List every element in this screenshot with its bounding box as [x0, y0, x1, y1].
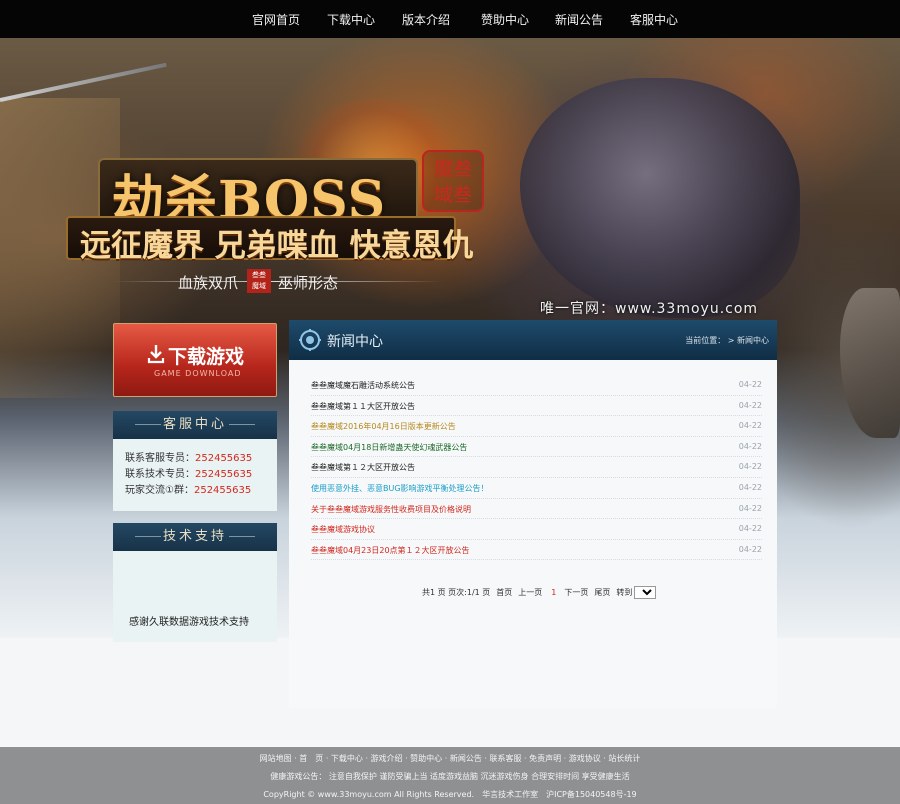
news-date: 04-22	[738, 400, 762, 410]
page-select[interactable]: 1	[634, 586, 657, 599]
news-link[interactable]: 叁叁魔域第１２大区开放公告	[311, 462, 415, 473]
news-row: 叁叁魔域游戏协议 04-22	[311, 519, 762, 540]
support-title: 技术支持	[113, 523, 277, 551]
hero-sword-art	[0, 62, 167, 102]
news-row: 叁叁魔域第１２大区开放公告 04-22	[311, 457, 762, 478]
service-line-group: 玩家交流①群：252455635	[125, 481, 251, 496]
pager-first[interactable]: 首页	[496, 587, 512, 598]
service-label: 联系客服专员：	[125, 453, 195, 464]
banner-subtitle: 远征魔界 兄弟喋血 快意恩仇	[80, 228, 474, 264]
news-row: 叁叁魔域魔石雕活动系统公告 04-22	[311, 375, 762, 396]
news-emblem-icon	[299, 329, 321, 351]
news-link[interactable]: 关于叁叁魔域游戏服务性收费项目及价格说明	[311, 504, 471, 515]
nav-download[interactable]: 下载中心	[327, 11, 375, 28]
seal-line-1: 魔叁	[433, 158, 472, 180]
nav-home[interactable]: 官网首页	[252, 11, 300, 28]
pager-summary: 共1 页 页次:1/1 页	[422, 588, 491, 597]
news-row: 叁叁魔域04月18日新增蛊天使幻魂武器公告 04-22	[311, 437, 762, 458]
news-date: 04-22	[738, 524, 762, 534]
footer-links[interactable]: 网站地图 · 首 页 · 下载中心 · 游戏介绍 · 赞助中心 · 新闻公告 ·…	[0, 753, 900, 764]
news-link[interactable]: 叁叁魔域魔石雕活动系统公告	[311, 380, 415, 391]
pagination: 共1 页 页次:1/1 页 首页 上一页 1 下一页 尾页 转到 1	[422, 586, 657, 599]
pager-last[interactable]: 尾页	[594, 587, 610, 598]
news-link[interactable]: 叁叁魔域04月18日新增蛊天使幻魂武器公告	[311, 442, 467, 453]
banner-seal: 魔叁 域叁	[422, 150, 484, 212]
service-number[interactable]: 252455635	[194, 485, 251, 496]
news-date: 04-22	[738, 380, 762, 389]
banner-tag-right: 巫师形态	[278, 274, 339, 292]
news-date: 04-22	[738, 482, 762, 492]
service-line-tech: 联系技术专员：252455635	[125, 465, 252, 480]
news-row: 叁叁魔域04月23日20点第１２大区开放公告 04-22	[311, 540, 762, 561]
news-date: 04-22	[738, 503, 762, 513]
news-link[interactable]: 叁叁魔域04月23日20点第１２大区开放公告	[311, 545, 470, 556]
news-link[interactable]: 叁叁魔域第１１大区开放公告	[311, 401, 415, 412]
banner-tag-mark: 叁叁 魔域	[247, 269, 271, 293]
service-box: 客服中心 联系客服专员：252455635 联系技术专员：252455635 玩…	[113, 411, 277, 511]
banner-divider	[112, 281, 442, 282]
footer-copyright: CopyRight © www.33moyu.com All Rights Re…	[263, 790, 637, 799]
service-number[interactable]: 252455635	[195, 469, 252, 480]
nav-sponsor[interactable]: 赞助中心	[481, 11, 529, 28]
footer-health-notice: 健康游戏公告： 注意自我保护 谨防受骗上当 适度游戏益脑 沉迷游戏伤身 合理安排…	[270, 772, 630, 781]
news-list: 叁叁魔域魔石雕活动系统公告 04-22 叁叁魔域第１１大区开放公告 04-22 叁叁…	[311, 375, 762, 561]
top-nav: 官网首页 下载中心 版本介绍 赞助中心 新闻公告 客服中心	[0, 0, 900, 38]
service-line-support: 联系客服专员：252455635	[125, 449, 252, 464]
service-label: 联系技术专员：	[125, 469, 195, 480]
hero-beast-art	[520, 78, 800, 318]
support-text: 感谢久联数据游戏技术支持	[129, 617, 249, 628]
nav-service[interactable]: 客服中心	[630, 11, 678, 28]
news-header: 新闻中心 当前位置： > 新闻中心	[289, 320, 777, 360]
news-date: 04-22	[738, 421, 762, 431]
service-title: 客服中心	[113, 411, 277, 439]
news-link[interactable]: 使用恶意外挂、恶意BUG影响游戏平衡处理公告！	[311, 483, 489, 494]
service-number[interactable]: 252455635	[195, 453, 252, 464]
download-game-button[interactable]: 下载游戏 GAME DOWNLOAD	[113, 323, 277, 397]
news-panel: 新闻中心 当前位置： > 新闻中心 叁叁魔域魔石雕活动系统公告 04-22 叁叁魔…	[289, 320, 777, 708]
news-row: 关于叁叁魔域游戏服务性收费项目及价格说明 04-22	[311, 499, 762, 520]
pager-prev[interactable]: 上一页	[518, 587, 542, 598]
hero-claw-art	[840, 288, 900, 438]
pager-next[interactable]: 下一页	[564, 587, 588, 598]
breadcrumb: 当前位置： > 新闻中心	[685, 336, 769, 345]
download-icon	[147, 345, 165, 364]
download-label: 下载游戏	[168, 346, 245, 368]
banner-watermark: 唯一官网：www.33moyu.com	[540, 301, 759, 317]
news-link[interactable]: 叁叁魔域2016年04月16日版本更新公告	[311, 421, 456, 432]
service-label: 玩家交流①群：	[125, 485, 194, 496]
support-box: 技术支持 感谢久联数据游戏技术支持	[113, 523, 277, 642]
nav-news[interactable]: 新闻公告	[555, 11, 603, 28]
news-date: 04-22	[738, 462, 762, 472]
news-row: 叁叁魔域第１１大区开放公告 04-22	[311, 396, 762, 417]
news-row: 使用恶意外挂、恶意BUG影响游戏平衡处理公告！ 04-22	[311, 478, 762, 499]
nav-version[interactable]: 版本介绍	[402, 11, 450, 28]
footer: 网站地图 · 首 页 · 下载中心 · 游戏介绍 · 赞助中心 · 新闻公告 ·…	[0, 747, 900, 804]
pager-goto-label: 转到	[616, 588, 633, 597]
seal-line-2: 域叁	[433, 184, 472, 206]
news-date: 04-22	[738, 441, 762, 451]
news-title: 新闻中心	[327, 334, 383, 350]
pager-current: 1	[551, 588, 557, 597]
news-row: 叁叁魔域2016年04月16日版本更新公告 04-22	[311, 416, 762, 437]
download-sublabel: GAME DOWNLOAD	[154, 369, 242, 378]
news-link[interactable]: 叁叁魔域游戏协议	[311, 524, 375, 535]
banner-tag-left: 血族双爪	[178, 274, 239, 292]
news-date: 04-22	[738, 544, 762, 554]
